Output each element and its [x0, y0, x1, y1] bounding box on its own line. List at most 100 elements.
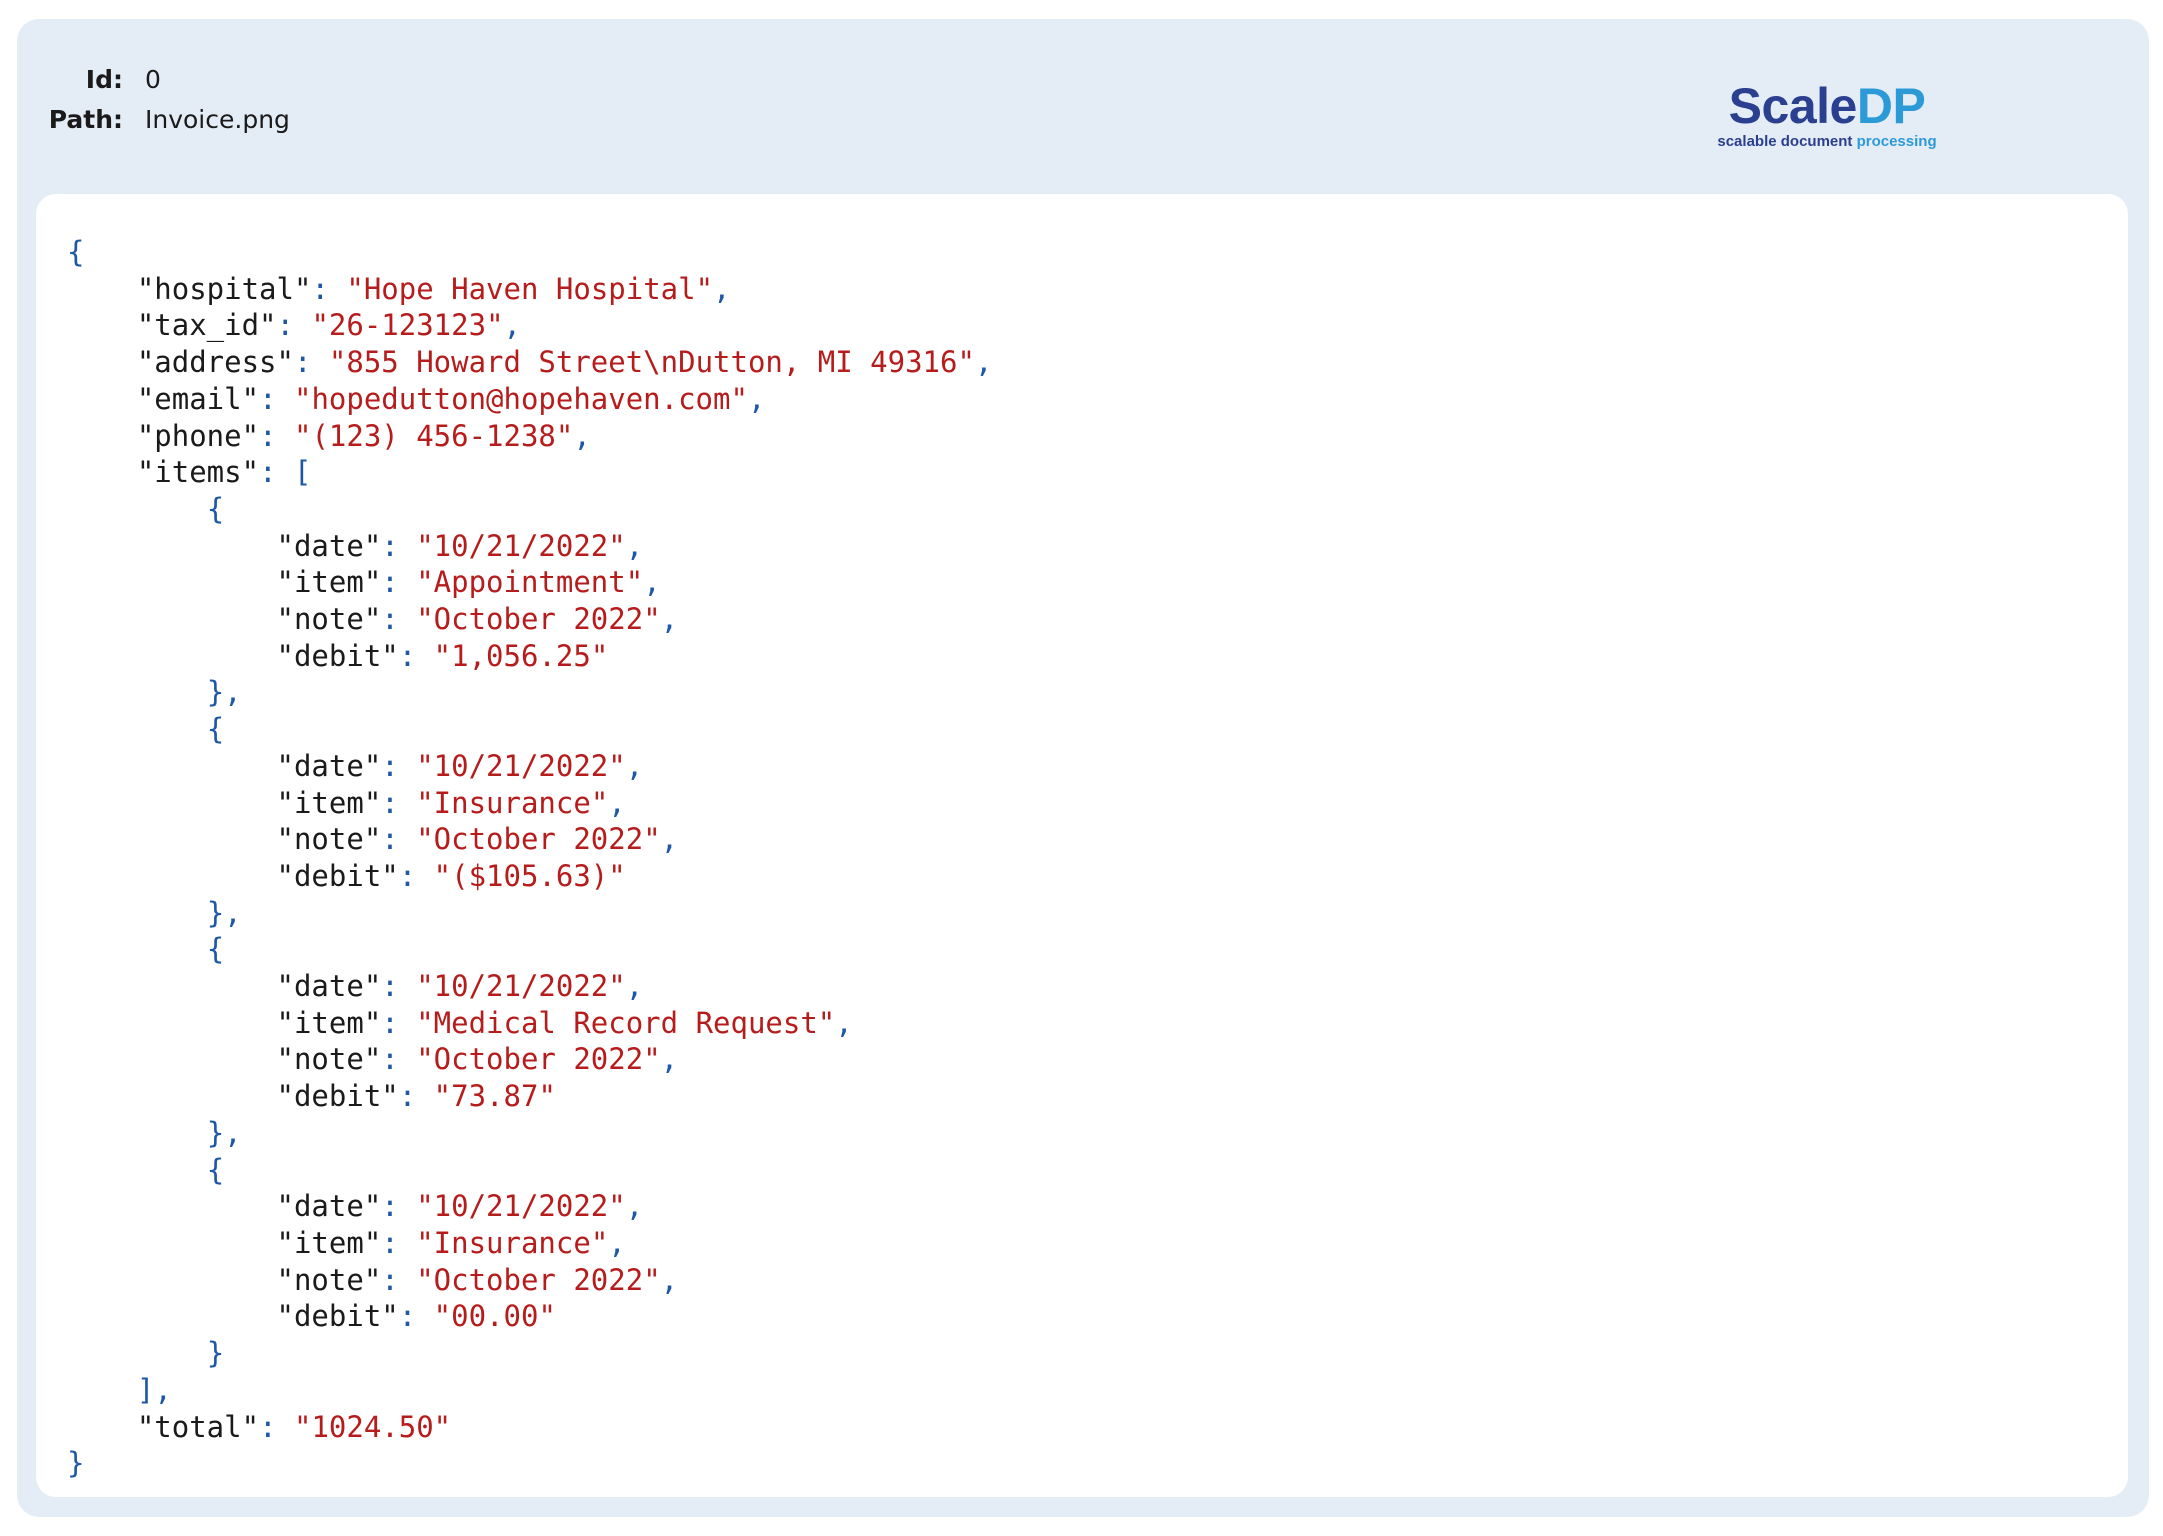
json-value: 10/21/2022 — [433, 748, 609, 783]
json-punct: , — [643, 565, 661, 600]
json-value: 10/21/2022 — [433, 969, 609, 1004]
logo-tagline-part2: processing — [1852, 133, 1937, 150]
json-punct: : — [381, 1262, 417, 1297]
json-punct: : — [381, 748, 417, 783]
json-key: "note" — [276, 1262, 382, 1297]
json-value: 1,056.25 — [451, 638, 591, 673]
json-punct: : — [381, 1042, 417, 1077]
json-value: Medical Record Request — [433, 1005, 818, 1040]
json-punct: : — [381, 822, 417, 857]
json-quote: " — [608, 858, 626, 893]
json-key: "address" — [136, 345, 294, 380]
json-key: "item" — [276, 1225, 382, 1260]
json-punct: { — [206, 932, 225, 967]
json-quote: " — [590, 785, 609, 820]
json-punct: : — [381, 1189, 417, 1224]
json-quote: " — [730, 381, 748, 416]
json-value: October 2022 — [433, 602, 644, 637]
scaledp-logo: ScaleDP scalable document processing — [1707, 81, 1947, 150]
json-quote: " — [416, 565, 434, 600]
record-meta: Id: 0 Path: Invoice.png — [17, 59, 317, 139]
json-punct: , — [660, 1042, 679, 1077]
json-value: ($105.63) — [451, 858, 609, 893]
json-key: "email" — [136, 381, 260, 416]
json-quote: " — [416, 748, 434, 783]
json-punct: , — [625, 528, 644, 563]
path-row: Path: Invoice.png — [17, 99, 317, 139]
json-punct: , — [625, 1189, 644, 1224]
json-punct: : — [381, 1225, 417, 1260]
json-punct: } — [206, 895, 225, 930]
path-label: Path: — [48, 104, 123, 134]
logo-wordmark-scale: Scale — [1728, 78, 1858, 134]
json-key: "debit" — [276, 1079, 399, 1114]
json-value: (123) 456-1238 — [311, 418, 556, 453]
json-quote: " — [625, 565, 644, 600]
json-quote: " — [416, 1189, 434, 1224]
json-quote: " — [608, 969, 626, 1004]
json-quote: " — [555, 418, 574, 453]
json-punct: , — [747, 381, 766, 416]
json-punct: , — [713, 271, 731, 306]
json-quote: " — [416, 969, 434, 1004]
json-quote: " — [311, 308, 329, 343]
json-quote: " — [416, 1262, 434, 1297]
json-value: October 2022 — [433, 822, 644, 857]
json-quote: " — [608, 1189, 626, 1224]
json-quote: " — [695, 271, 714, 306]
json-value: 00.00 — [451, 1299, 539, 1334]
json-punct: : — [276, 308, 312, 343]
json-quote: " — [416, 1225, 434, 1260]
json-quote: " — [293, 381, 312, 416]
json-quote: " — [643, 602, 661, 637]
json-quote: " — [608, 748, 626, 783]
json-punct: , — [608, 785, 626, 820]
json-key: "total" — [136, 1409, 260, 1444]
json-punct: , — [224, 895, 242, 930]
json-quote: " — [590, 638, 609, 673]
json-quote: " — [433, 638, 452, 673]
json-quote: " — [538, 1299, 556, 1334]
logo-wordmark-dp: DP — [1856, 78, 1926, 134]
json-value: 26-123123 — [328, 308, 487, 343]
json-punct: ] — [136, 1372, 155, 1407]
result-card: Id: 0 Path: Invoice.png ScaleDP scalable… — [17, 19, 2149, 1517]
id-row: Id: 0 — [17, 59, 317, 99]
json-punct: : — [259, 381, 294, 416]
json-punct: { — [206, 712, 225, 747]
json-punct: : — [311, 271, 347, 306]
json-key: "note" — [276, 1042, 382, 1077]
path-value: Invoice.png — [145, 104, 290, 134]
json-quote: " — [416, 1042, 434, 1077]
json-key: "items" — [136, 455, 260, 490]
json-punct: { — [206, 491, 225, 526]
json-punct: } — [206, 1336, 225, 1371]
json-key: "item" — [276, 1005, 382, 1040]
json-punct: , — [835, 1005, 853, 1040]
json-quote: " — [433, 1079, 452, 1114]
json-key: "item" — [276, 565, 382, 600]
json-punct: : — [381, 528, 417, 563]
json-punct: : — [398, 638, 434, 673]
json-punct: , — [503, 308, 521, 343]
json-punct: , — [154, 1372, 172, 1407]
logo-tagline-part1: scalable document — [1717, 133, 1853, 150]
id-value: 0 — [145, 64, 161, 94]
json-value: 10/21/2022 — [433, 528, 609, 563]
json-quote: " — [643, 1262, 661, 1297]
json-key: "date" — [276, 748, 382, 783]
json-output-panel: { "hospital": "Hope Haven Hospital", "ta… — [36, 194, 2128, 1497]
json-punct: : — [398, 1299, 434, 1334]
json-punct: } — [67, 1446, 85, 1481]
json-punct: : — [381, 602, 417, 637]
json-quote: " — [416, 528, 434, 563]
json-quote: " — [433, 858, 452, 893]
json-key: "debit" — [276, 1299, 399, 1334]
json-punct: } — [206, 1115, 225, 1150]
json-quote: " — [293, 418, 312, 453]
json-key: "tax_id" — [136, 308, 277, 343]
json-value: Appointment — [433, 565, 626, 600]
json-punct: , — [660, 602, 679, 637]
logo-tagline: scalable document processing — [1707, 133, 1947, 150]
json-punct: : — [259, 418, 294, 453]
